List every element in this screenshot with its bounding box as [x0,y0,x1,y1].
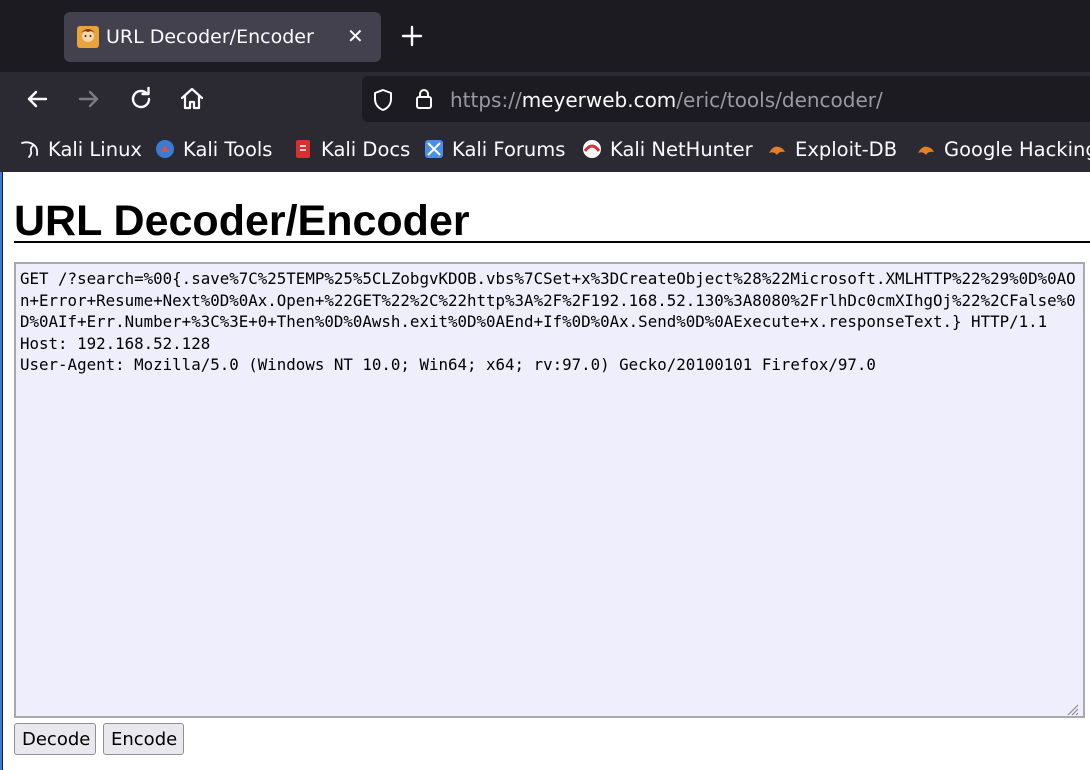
kali-docs-icon [296,140,310,158]
exploit-db-icon [769,146,785,155]
active-tab[interactable]: URL Decoder/Encoder ✕ [64,12,381,62]
url-textarea[interactable]: GET /?search=%00{.save%7C%25TEMP%25%5CLZ… [14,262,1085,718]
resize-grip-icon[interactable] [1065,702,1079,716]
bookmark-label: Kali Linux [48,137,142,161]
kali-dragon-icon [21,141,39,158]
bookmark-label: Kali NetHunter [610,137,753,161]
bookmark-label: Kali Forums [452,137,566,161]
address-bar[interactable]: https://meyerweb.com/eric/tools/dencoder… [362,76,1090,122]
url-host: meyerweb.com [521,88,677,112]
site-favicon-icon [77,26,99,48]
kali-forums-icon [425,140,443,158]
forward-arrow-icon[interactable] [74,84,104,114]
new-tab-icon[interactable] [400,24,424,48]
bookmark-label: Google Hacking [944,137,1090,161]
bookmark-kali-linux[interactable]: Kali Linux [20,135,142,163]
lock-icon[interactable] [414,87,434,111]
bookmark-kali-nethunter[interactable]: Kali NetHunter [582,135,753,163]
page-content: URL Decoder/Encoder GET /?search=%00{.sa… [3,172,1090,770]
bookmark-google-hacking[interactable]: Google Hacking [916,135,1090,163]
navigation-toolbar: https://meyerweb.com/eric/tools/dencoder… [0,72,1090,126]
url-text[interactable]: https://meyerweb.com/eric/tools/dencoder… [450,88,883,112]
bookmark-kali-tools[interactable]: Kali Tools [155,135,272,163]
decode-button[interactable]: Decode [14,723,96,755]
bookmark-exploit-db[interactable]: Exploit-DB [767,135,897,163]
back-arrow-icon[interactable] [22,84,52,114]
google-hacking-icon [918,146,934,155]
page-title: URL Decoder/Encoder [14,197,470,245]
bookmark-label: Exploit-DB [795,137,898,161]
tab-strip: URL Decoder/Encoder ✕ [0,0,1090,72]
url-path: /eric/tools/dencoder/ [676,88,883,112]
encode-button[interactable]: Encode [103,723,184,755]
bookmark-label: Kali Docs [321,137,411,161]
bookmark-label: Kali Tools [183,137,273,161]
title-underline [14,241,1090,243]
reload-icon[interactable] [126,84,156,114]
tab-close-icon[interactable]: ✕ [347,24,364,48]
tab-title: URL Decoder/Encoder [106,26,314,48]
tracking-protection-shield-icon[interactable] [372,88,394,112]
kali-nethunter-icon [583,140,601,158]
bookmark-kali-docs[interactable]: Kali Docs [293,135,410,163]
url-scheme: https:// [450,88,522,112]
kali-tools-icon [156,140,174,158]
bookmarks-toolbar: Kali Linux Kali Tools Kali Docs Kali For… [0,126,1090,172]
home-icon[interactable] [177,84,207,114]
bookmark-kali-forums[interactable]: Kali Forums [424,135,565,163]
